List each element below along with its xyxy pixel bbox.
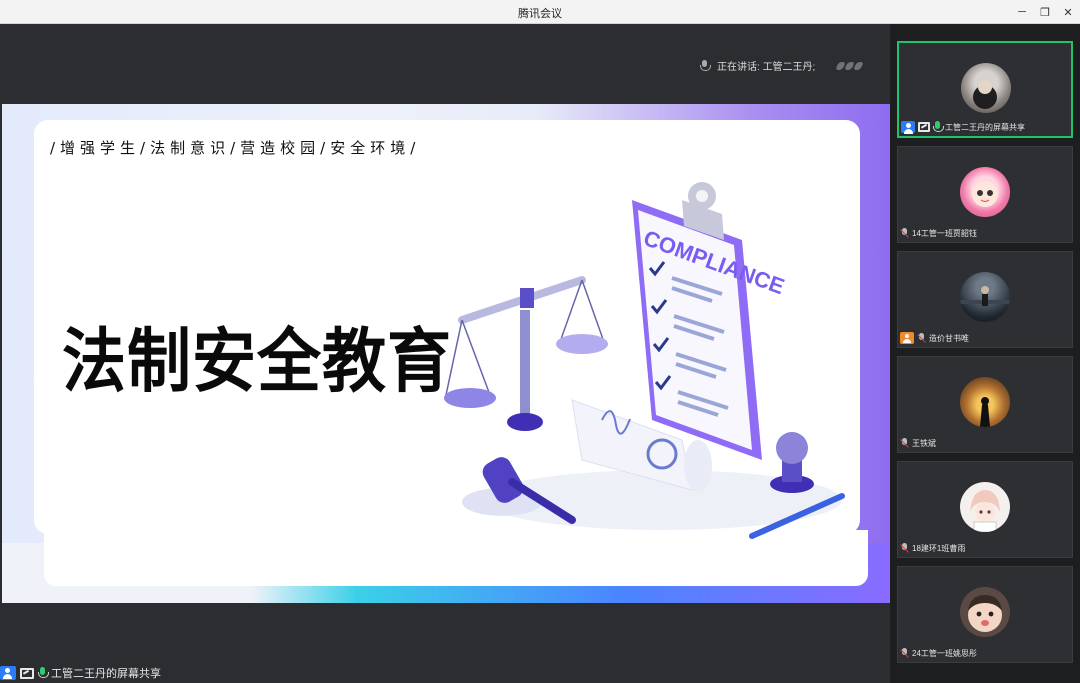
muted-mic-icon	[900, 438, 909, 449]
close-icon[interactable]: ✕	[1058, 3, 1078, 21]
mic-icon	[933, 121, 944, 133]
participant-label: 工管二王丹的屏幕共享	[901, 121, 1025, 134]
participant-name: 24工管一班姚思彤	[912, 649, 977, 658]
avatar	[961, 63, 1011, 113]
participant-name: 造价甘书唯	[929, 333, 969, 343]
slide-headline: 法制安全教育	[62, 322, 452, 403]
user-icon	[0, 666, 16, 680]
clipboard-icon: COMPLIANCE	[632, 182, 788, 460]
participant-tile[interactable]: 18建环1班曹雨	[897, 461, 1073, 558]
user-icon	[900, 332, 914, 344]
participant-label: 造价甘书唯	[900, 332, 969, 344]
muted-mic-icon	[900, 543, 909, 554]
compliance-illustration: COMPLIANCE	[444, 182, 845, 539]
shared-slide: /增强学生/法制意识/营造校园/安全环境/ 法制安全教育 COMPLIANCE	[2, 104, 890, 603]
participant-label: 24工管一班姚思彤	[900, 648, 977, 659]
share-label: 工管二王丹的屏幕共享	[51, 668, 161, 680]
network-signal-icon	[835, 61, 865, 70]
muted-mic-icon	[917, 332, 926, 344]
participant-tile[interactable]: 王铁斌	[897, 356, 1073, 453]
screen-share-icon	[20, 667, 34, 679]
slide-slogan: /增强学生/法制意识/营造校园/安全环境/	[50, 139, 421, 157]
participant-name: 14工管一班贾韶钰	[912, 229, 977, 238]
title-bar: 腾讯会议 ─ ❐ ✕	[0, 0, 1080, 24]
participant-label: 18建环1班曹雨	[900, 543, 965, 554]
avatar	[960, 587, 1010, 637]
speaking-label: 正在讲话: 工管二王丹;	[717, 62, 816, 73]
participant-name: 18建环1班曹雨	[912, 544, 966, 553]
stamp-icon	[770, 432, 814, 493]
meeting-window: 腾讯会议 ─ ❐ ✕ 正在讲话: 工管二王丹; /增强学生/法制意识/营造校园/…	[0, 0, 1080, 683]
participant-list: 工管二王丹的屏幕共享 14工管一班贾韶钰 造价甘书唯 王铁斌 18建环1班曹雨 …	[890, 24, 1080, 683]
avatar	[960, 377, 1010, 427]
avatar	[960, 167, 1010, 217]
user-icon	[901, 121, 915, 134]
muted-mic-icon	[900, 648, 909, 659]
speaking-name: 工管二王丹;	[762, 62, 816, 73]
participant-label: 王铁斌	[900, 438, 936, 449]
avatar	[960, 482, 1010, 532]
participant-label: 14工管一班贾韶钰	[900, 228, 977, 239]
avatar	[960, 272, 1010, 322]
speaking-indicator: 正在讲话: 工管二王丹;	[700, 58, 865, 73]
mic-icon	[38, 667, 49, 679]
participant-tile[interactable]: 造价甘书唯	[897, 251, 1073, 348]
minimize-icon[interactable]: ─	[1012, 3, 1032, 21]
participant-tile[interactable]: 工管二王丹的屏幕共享	[897, 41, 1073, 138]
participant-tile[interactable]: 14工管一班贾韶钰	[897, 146, 1073, 243]
participant-name: 工管二王丹的屏幕共享	[945, 122, 1025, 132]
restore-icon[interactable]: ❐	[1035, 3, 1055, 21]
muted-mic-icon	[900, 228, 909, 239]
participant-name: 王铁斌	[912, 439, 936, 448]
mic-icon	[700, 60, 711, 71]
share-status-bar: 工管二王丹的屏幕共享	[0, 665, 161, 681]
participant-tile[interactable]: 24工管一班姚思彤	[897, 566, 1073, 663]
screen-share-icon	[918, 122, 930, 132]
window-title: 腾讯会议	[518, 8, 562, 20]
